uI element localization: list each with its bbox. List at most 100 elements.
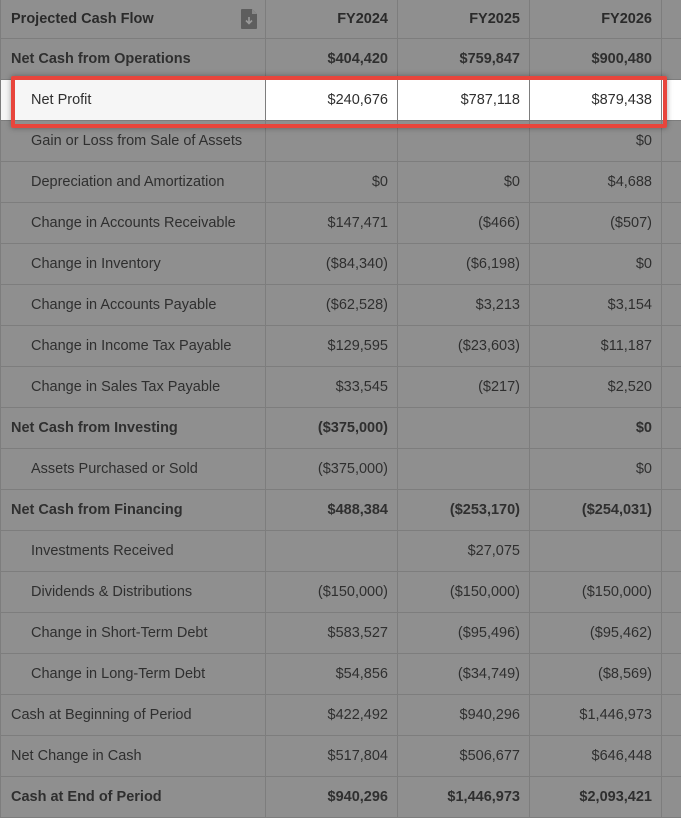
value-cell[interactable]: ($6,198) [398,244,530,284]
row-label: Net Cash from Financing [0,490,266,530]
value-cell[interactable]: ($150,000) [398,572,530,612]
table-row[interactable]: Net Change in Cash $517,804 $506,677 $646,4… [0,736,681,777]
value-cell[interactable]: ($150,000) [266,572,398,612]
value-cell[interactable]: $0 [266,162,398,202]
table-row[interactable]: Change in Sales Tax Payable $33,545 ($217)… [0,367,681,408]
value-cell[interactable]: $0 [398,162,530,202]
value-cell[interactable]: $0 [530,449,662,489]
row-label: Depreciation and Amortization [0,162,266,202]
overflow-cell [662,408,681,448]
value-cell[interactable]: ($84,340) [266,244,398,284]
value-cell[interactable]: $0 [530,121,662,161]
value-cell[interactable]: $54,856 [266,654,398,694]
value-cell[interactable]: ($466) [398,203,530,243]
table-title-cell: Projected Cash Flow [0,0,266,38]
overflow-cell [662,654,681,694]
value-cell[interactable]: ($23,603) [398,326,530,366]
value-cell[interactable]: ($150,000) [530,572,662,612]
value-cell[interactable]: $0 [530,244,662,284]
row-label: Change in Sales Tax Payable [0,367,266,407]
value-cell[interactable]: $33,545 [266,367,398,407]
value-cell[interactable]: ($507) [530,203,662,243]
table-row[interactable]: Net Cash from Investing ($375,000) $0 [0,408,681,449]
overflow-cell [662,121,681,161]
value-cell[interactable]: $583,527 [266,613,398,653]
value-cell[interactable]: ($253,170) [398,490,530,530]
table-row[interactable]: Change in Long-Term Debt $54,856 ($34,749)… [0,654,681,695]
value-cell[interactable]: $147,471 [266,203,398,243]
value-cell[interactable]: ($34,749) [398,654,530,694]
value-cell[interactable] [530,531,662,571]
value-cell[interactable]: $4,688 [530,162,662,202]
table-row[interactable]: Change in Accounts Receivable $147,471 ($4… [0,203,681,244]
table-row[interactable]: Change in Income Tax Payable $129,595 ($23… [0,326,681,367]
value-cell[interactable]: $3,154 [530,285,662,325]
row-label: Investments Received [0,531,266,571]
value-cell[interactable]: ($62,528) [266,285,398,325]
row-label: Assets Purchased or Sold [0,449,266,489]
value-cell[interactable]: $940,296 [266,777,398,817]
table-row[interactable]: Change in Accounts Payable ($62,528) $3,21… [0,285,681,326]
document-download-icon[interactable] [241,9,257,29]
table-row[interactable]: Investments Received $27,075 [0,531,681,572]
value-cell[interactable]: $404,420 [266,39,398,79]
value-cell[interactable]: $27,075 [398,531,530,571]
value-cell[interactable]: $940,296 [398,695,530,735]
table-row[interactable]: Net Profit $240,676 $787,118 $879,438 [0,80,681,121]
row-label: Dividends & Distributions [0,572,266,612]
overflow-cell [662,695,681,735]
value-cell[interactable]: $900,480 [530,39,662,79]
table-row[interactable]: Assets Purchased or Sold ($375,000) $0 [0,449,681,490]
value-cell[interactable]: ($217) [398,367,530,407]
value-cell[interactable]: $506,677 [398,736,530,776]
value-cell[interactable]: $787,118 [398,80,530,120]
table-row[interactable]: Depreciation and Amortization $0 $0 $4,688 [0,162,681,203]
value-cell[interactable]: $11,187 [530,326,662,366]
value-cell[interactable]: ($95,496) [398,613,530,653]
table-row[interactable]: Cash at Beginning of Period $422,492 $940,… [0,695,681,736]
value-cell[interactable] [266,531,398,571]
value-cell[interactable]: $240,676 [266,80,398,120]
table-row[interactable]: Net Cash from Operations $404,420 $759,847… [0,39,681,80]
row-label: Change in Accounts Receivable [0,203,266,243]
overflow-cell [662,285,681,325]
value-cell[interactable]: $3,213 [398,285,530,325]
row-label: Gain or Loss from Sale of Assets [0,121,266,161]
year-header-fy2026: FY2026 [530,0,662,38]
value-cell[interactable]: $0 [530,408,662,448]
table-row[interactable]: Change in Short-Term Debt $583,527 ($95,49… [0,613,681,654]
value-cell[interactable]: $1,446,973 [398,777,530,817]
value-cell[interactable] [398,449,530,489]
value-cell[interactable]: ($375,000) [266,408,398,448]
year-header-fy2025: FY2025 [398,0,530,38]
table-row[interactable]: Dividends & Distributions ($150,000) ($150… [0,572,681,613]
overflow-cell [662,39,681,79]
overflow-cell [662,203,681,243]
value-cell[interactable]: $2,093,421 [530,777,662,817]
table-row[interactable]: Net Cash from Financing $488,384 ($253,170… [0,490,681,531]
value-cell[interactable]: $517,804 [266,736,398,776]
value-cell[interactable]: $1,446,973 [530,695,662,735]
value-cell[interactable]: $759,847 [398,39,530,79]
table-row[interactable]: Cash at End of Period $940,296 $1,446,973 $… [0,777,681,818]
overflow-cell [662,613,681,653]
value-cell[interactable]: ($375,000) [266,449,398,489]
value-cell[interactable]: $646,448 [530,736,662,776]
value-cell[interactable]: $422,492 [266,695,398,735]
table-row[interactable]: Change in Inventory ($84,340) ($6,198) $0 [0,244,681,285]
table-row[interactable]: Gain or Loss from Sale of Assets $0 [0,121,681,162]
value-cell[interactable]: ($95,462) [530,613,662,653]
value-cell[interactable]: $879,438 [530,80,662,120]
row-label: Cash at Beginning of Period [0,695,266,735]
value-cell[interactable]: $488,384 [266,490,398,530]
value-cell[interactable]: $129,595 [266,326,398,366]
value-cell[interactable]: ($8,569) [530,654,662,694]
value-cell[interactable] [398,408,530,448]
value-cell[interactable]: ($254,031) [530,490,662,530]
overflow-cell [662,449,681,489]
overflow-cell [662,80,681,120]
overflow-cell [662,244,681,284]
value-cell[interactable] [266,121,398,161]
value-cell[interactable] [398,121,530,161]
value-cell[interactable]: $2,520 [530,367,662,407]
